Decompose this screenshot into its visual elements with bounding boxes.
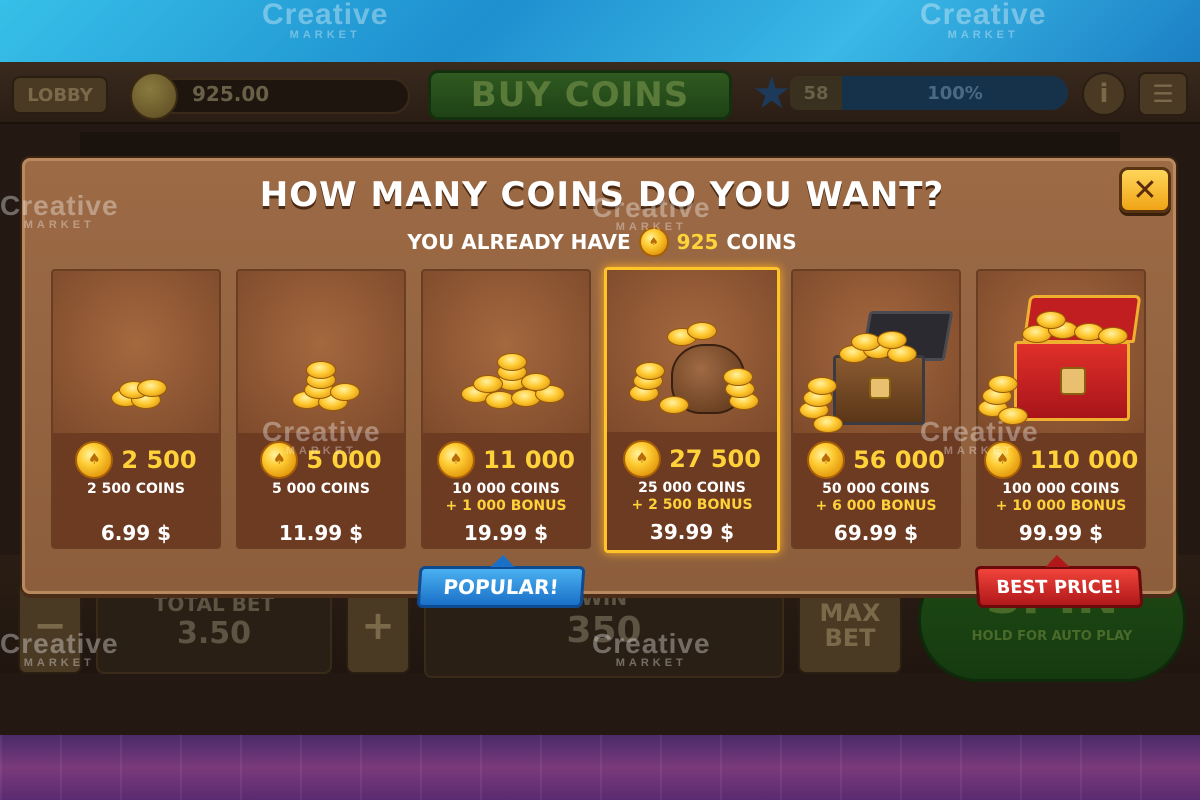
coin-icon [75, 441, 114, 479]
package-price: 11.99 $ [278, 521, 364, 545]
watermark-bottom-left: Creative MARKET [0, 628, 119, 669]
menu-button[interactable]: ☰ [1138, 72, 1188, 116]
balance-amount: 925 [676, 230, 719, 254]
popular-tag: POPULAR! [416, 566, 586, 608]
coin-icon [623, 440, 662, 478]
package-amount: 2 500 [121, 446, 197, 474]
close-icon: ✕ [1132, 172, 1158, 208]
coin-icon [437, 441, 476, 479]
level-progress-bar: 100% [842, 76, 1068, 110]
watermark-top-left: Creative MARKET [262, 0, 389, 41]
coin-package-6[interactable]: 110 000 100 000 COINS + 10 000 BONUS 99.… [976, 269, 1146, 549]
package-coins: 100 000 COINS [1002, 481, 1120, 497]
coin-package-3[interactable]: 11 000 10 000 COINS + 1 000 BONUS 19.99 … [421, 269, 591, 549]
coin-package-4[interactable]: 27 500 25 000 COINS + 2 500 BONUS 39.99 … [604, 267, 780, 553]
package-amount: 27 500 [669, 445, 761, 473]
balance-value: 925.00 [192, 82, 270, 106]
package-amount: 110 000 [1029, 446, 1139, 474]
lobby-button[interactable]: LOBBY [12, 76, 108, 114]
coin-package-5[interactable]: 56 000 50 000 COINS + 6 000 BONUS 69.99 … [791, 269, 961, 549]
balance-suffix: COINS [726, 230, 797, 254]
total-bet-value: 3.50 [176, 616, 252, 651]
coin-package-1[interactable]: 2 500 2 500 COINS 6.99 $ [51, 269, 221, 549]
watermark-top-right: Creative MARKET [920, 0, 1047, 41]
watermark-left: Creative MARKET [0, 190, 119, 231]
game-topbar: LOBBY 925.00 BUY COINS ★ 58 100% i ☰ [0, 62, 1200, 124]
package-image [978, 271, 1144, 433]
watermark-center: Creative MARKET [592, 192, 711, 233]
watermark-bottom: Creative MARKET [592, 628, 711, 669]
package-coins: 5 000 COINS [272, 481, 370, 497]
best-price-tag-label: BEST PRICE! [995, 576, 1123, 598]
buy-coins-button[interactable]: BUY COINS [428, 70, 732, 120]
level-number: 58 [790, 76, 842, 110]
package-image [423, 271, 589, 433]
package-bonus: + 1 000 BONUS [445, 498, 567, 514]
package-coins: 50 000 COINS [822, 481, 930, 497]
package-image [53, 271, 219, 433]
package-price: 19.99 $ [463, 521, 549, 545]
background-bottom [0, 735, 1200, 800]
package-coins: 25 000 COINS [638, 480, 746, 496]
watermark-mid-left: Creative MARKET [262, 416, 381, 457]
balance-prefix: YOU ALREADY HAVE [407, 230, 631, 254]
package-image [793, 271, 959, 433]
package-price: 99.99 $ [1018, 521, 1104, 545]
package-coins: 2 500 COINS [87, 481, 185, 497]
coin-icon [130, 72, 178, 120]
package-amount: 11 000 [483, 446, 575, 474]
close-button[interactable]: ✕ [1119, 167, 1171, 213]
package-bonus: + 10 000 BONUS [995, 498, 1127, 514]
package-image [238, 271, 404, 433]
best-price-tag: BEST PRICE! [974, 566, 1144, 608]
coin-package-2[interactable]: 5 000 5 000 COINS 11.99 $ [236, 269, 406, 549]
coin-icon [807, 441, 846, 479]
package-bonus: + 2 500 BONUS [631, 497, 753, 513]
popular-tag-label: POPULAR! [442, 575, 560, 599]
package-bonus: + 6 000 BONUS [815, 498, 937, 514]
package-image [607, 270, 777, 432]
package-price: 6.99 $ [100, 521, 172, 545]
watermark-mid-right: Creative MARKET [920, 416, 1039, 457]
package-price: 69.99 $ [833, 521, 919, 545]
spin-hint: HOLD FOR AUTO PLAY [971, 629, 1133, 644]
info-button[interactable]: i [1082, 72, 1126, 116]
package-price: 39.99 $ [649, 520, 735, 544]
total-bet-label: TOTAL BET [153, 592, 275, 616]
package-coins: 10 000 COINS [452, 481, 560, 497]
